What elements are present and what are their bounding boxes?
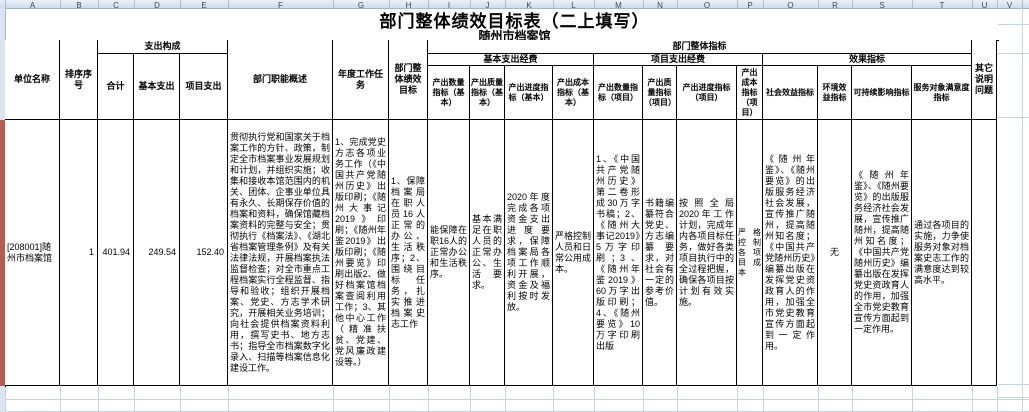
cell-output-qty-basic[interactable]: 能保障在职16人的正常办公和生活秩序。 (428, 120, 470, 386)
gridline (998, 117, 1029, 118)
header-output-cost-project[interactable]: 产出成本指标（项目） (737, 66, 763, 120)
header-env-benefit[interactable]: 环境效益指标 (818, 66, 852, 120)
header-dept-function-overview[interactable]: 部门职能概述 (228, 40, 333, 120)
header-output-qty-basic[interactable]: 产出数量指标（基本） (428, 66, 470, 120)
header-output-cost-basic[interactable]: 产出成本指标（基本） (553, 66, 594, 120)
gridline (998, 53, 1029, 54)
header-output-quality-basic[interactable]: 产出质量指标（基本） (470, 66, 505, 120)
cell-output-progress-basic[interactable]: 2020年度完成各项资金支出进度要求，保障档案局各项工作顺利开展，资金及福利按时… (505, 120, 553, 386)
cell-output-cost-project[interactable]: 严格控制各项目成本 (737, 120, 763, 386)
header-basic-expense-funds[interactable]: 基本支出经费 (428, 54, 594, 66)
header-dept-overall-target[interactable]: 部门整体绩效目标 (389, 40, 428, 120)
cell-output-cost-basic[interactable]: 严格控制人员和日常公用成本。 (553, 120, 594, 386)
header-output-progress-basic[interactable]: 产出进度指标（基本） (505, 66, 553, 120)
header-total[interactable]: 合计 (98, 54, 134, 120)
header-unit-name[interactable]: 单位名称 (5, 40, 60, 120)
cell-other-notes[interactable] (972, 120, 997, 386)
header-service-satisfaction[interactable]: 服务对象满意度指标 (912, 66, 972, 120)
gridline (998, 397, 1029, 398)
header-output-qty-project[interactable]: 产出数量指标（项目） (594, 66, 643, 120)
header-sustainable-impact[interactable]: 可持续影响指标 (852, 66, 912, 120)
cell-dept-function-overview[interactable]: 贯彻执行党和国家关于档案工作的方针、政策，制定全市档案事业发展规划和计划，并组织… (228, 120, 333, 386)
cell-basic-expenditure[interactable]: 249.54 (134, 120, 180, 386)
cell-social-benefit[interactable]: 《随州年鉴》、《随州要览》的出版服务经济社会发展，宣传推广随州，提高随州知名度；… (763, 120, 818, 386)
header-order-no[interactable]: 排序序号 (60, 40, 98, 120)
cell-env-benefit[interactable]: 无 (818, 120, 852, 386)
cell-unit-name[interactable]: [208001]随州市档案馆 (5, 120, 60, 386)
header-effect-indicators[interactable]: 效果指标 (763, 54, 972, 66)
gridline (5, 399, 1029, 400)
header-expenditure-composition[interactable]: 支出构成 (98, 40, 228, 54)
cell-service-satisfaction[interactable]: 通过各项目的实施，力争使服务对象对档案史志工作的满意度达到较高水平。 (912, 120, 972, 386)
cell-output-quality-project[interactable]: 书籍编纂符合党史、方志编纂要求，对社会有一定的参考价值。 (643, 120, 677, 386)
header-basic-expenditure[interactable]: 基本支出 (134, 54, 180, 120)
cell-output-quality-basic[interactable]: 基本满足在职人员的正常办公、生活要求。 (470, 120, 505, 386)
header-output-progress-project[interactable]: 产出进度指标（项目） (677, 66, 737, 120)
header-project-expenditure[interactable]: 项目支出 (180, 54, 228, 120)
header-annual-work-tasks[interactable]: 年度工作任务 (333, 40, 389, 120)
spreadsheet-canvas: ABCDEFGHIJKLMNOPQRSTUV 部门整体绩效目标表（二上填写） 随… (0, 0, 1029, 412)
cell-output-progress-project[interactable]: 按照全局2020年工作计划，完成年内各项目标任务，做好各类项目执行中的全过程把握… (677, 120, 737, 386)
cell-annual-work-tasks[interactable]: 1、完成党史方志各项业务工作（《中国共产党随州历史》出版印刷；《随州大事记201… (333, 120, 389, 386)
cell-dept-overall-target[interactable]: 1、保障档案局在职人员16人正常的办公、生活秩序；2、围绕目标任务，扎实推进档案… (389, 120, 428, 386)
header-dept-overall-indicators[interactable]: 部门整体指标 (428, 40, 972, 54)
cell-output-qty-project[interactable]: 1、《中国共产党随州历史》第二卷形成30万字书稿；2、《随州大事记2019》5万… (594, 120, 643, 386)
gridline (998, 384, 1029, 385)
header-social-benefit[interactable]: 社会效益指标 (763, 66, 818, 120)
header-output-quality-project[interactable]: 产出质量指标（项目） (643, 66, 677, 120)
cell-order-no[interactable]: 1 (60, 120, 98, 386)
header-other-notes[interactable]: 其它说明问题 (972, 40, 997, 120)
header-project-expense-funds[interactable]: 项目支出经费 (594, 54, 763, 66)
gridline (1022, 8, 1023, 412)
cell-total[interactable]: 401.94 (98, 120, 134, 386)
cell-sustainable-impact[interactable]: 《随州年鉴》、《随州要览》的出版服务经济社会发展，宣传推广随州，提高随州知名度；… (852, 120, 912, 386)
cell-project-expenditure[interactable]: 152.40 (180, 120, 228, 386)
